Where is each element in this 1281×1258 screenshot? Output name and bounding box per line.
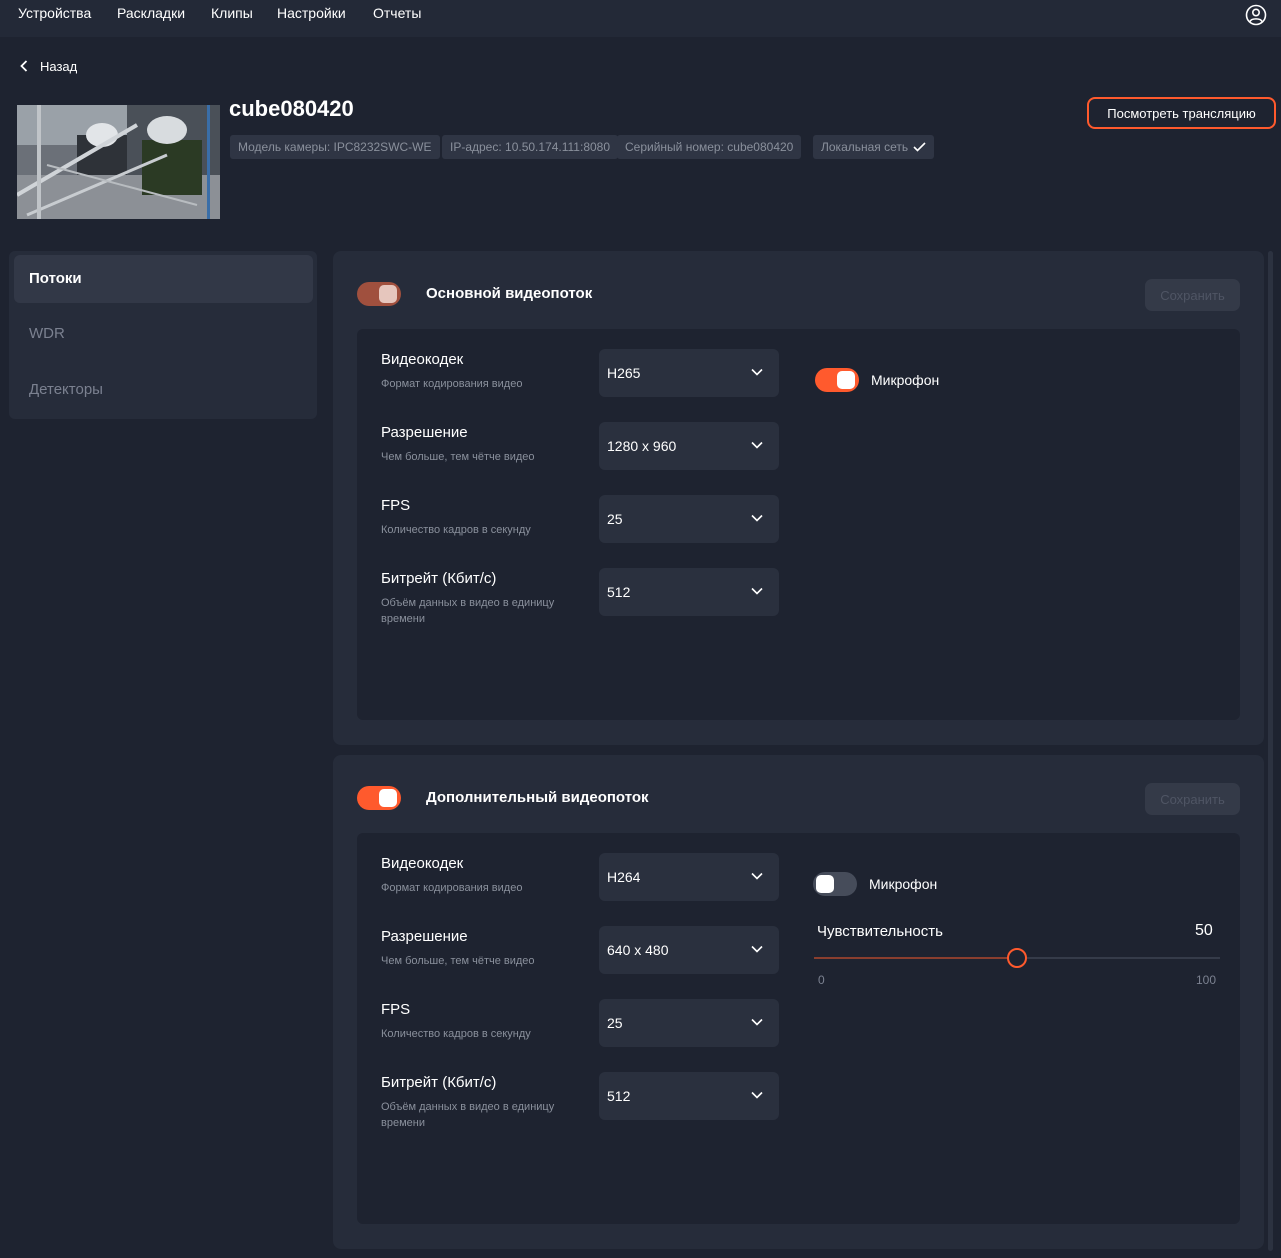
nav-item-devices[interactable]: Устройства bbox=[18, 5, 91, 21]
fps-value: 25 bbox=[607, 511, 623, 527]
camera-model-chip: Модель камеры: IPC8232SWC-WE bbox=[230, 135, 440, 159]
ip-address-chip: IP-адрес: 10.50.174.111:8080 bbox=[442, 135, 619, 159]
secondary-mic-toggle[interactable] bbox=[813, 872, 857, 896]
sidebar-item-detectors[interactable]: Детекторы bbox=[14, 366, 313, 414]
codec-value: H265 bbox=[607, 365, 641, 381]
chevron-down-icon bbox=[751, 441, 763, 449]
resolution-desc: Чем больше, тем чётче видео bbox=[381, 955, 535, 967]
main-stream-panel: Основной видеопоток Сохранить Видеокодек… bbox=[333, 251, 1264, 745]
main-stream-save-button[interactable]: Сохранить bbox=[1145, 279, 1240, 311]
codec-desc: Формат кодирования видео bbox=[381, 378, 523, 390]
network-chip: Локальная сеть bbox=[813, 135, 935, 159]
serial-number-chip: Серийный номер: cube080420 bbox=[617, 135, 802, 159]
chevron-down-icon bbox=[751, 1018, 763, 1026]
codec-label: Видеокодек bbox=[381, 351, 464, 368]
chevron-down-icon bbox=[751, 514, 763, 522]
secondary-stream-toggle[interactable] bbox=[357, 786, 401, 810]
fps-desc: Количество кадров в секунду bbox=[381, 524, 531, 536]
sensitivity-label: Чувствительность bbox=[817, 923, 943, 940]
nav-item-layouts[interactable]: Раскладки bbox=[117, 5, 185, 21]
device-title: cube080420 bbox=[229, 96, 354, 121]
sensitivity-value: 50 bbox=[1195, 922, 1213, 939]
main-stream-settings: Видеокодек Формат кодирования видео H265… bbox=[357, 329, 1240, 720]
resolution-select[interactable]: 1280 x 960 bbox=[599, 422, 779, 470]
resolution-value: 640 x 480 bbox=[607, 942, 669, 958]
nav-item-clips[interactable]: Клипы bbox=[211, 5, 253, 21]
resolution-value: 1280 x 960 bbox=[607, 438, 677, 454]
sensitivity-slider-fill bbox=[814, 957, 1017, 959]
bitrate-value: 512 bbox=[607, 584, 631, 600]
checkmark-icon bbox=[913, 142, 926, 152]
main-mic-label: Микрофон bbox=[871, 372, 940, 388]
chevron-down-icon bbox=[751, 945, 763, 953]
codec-label: Видеокодек bbox=[381, 855, 464, 872]
chevron-left-icon bbox=[20, 60, 28, 72]
nav-item-settings[interactable]: Настройки bbox=[277, 5, 346, 21]
fps-desc: Количество кадров в секунду bbox=[381, 1028, 531, 1040]
bitrate-select[interactable]: 512 bbox=[599, 1072, 779, 1120]
bitrate-label: Битрейт (Кбит/с) bbox=[381, 570, 497, 587]
secondary-stream-panel: Дополнительный видеопоток Сохранить Виде… bbox=[333, 755, 1264, 1249]
fps-label: FPS bbox=[381, 1001, 411, 1018]
main-stream-toggle[interactable] bbox=[357, 282, 401, 306]
bitrate-desc: Объём данных в видео в единицу времени bbox=[381, 597, 555, 625]
secondary-stream-settings: Видеокодек Формат кодирования видео H264… bbox=[357, 833, 1240, 1224]
secondary-stream-save-button[interactable]: Сохранить bbox=[1145, 783, 1240, 815]
user-circle-icon[interactable] bbox=[1245, 4, 1267, 26]
camera-preview-thumbnail bbox=[17, 105, 220, 219]
main-stream-title: Основной видеопоток bbox=[426, 285, 593, 302]
back-link[interactable]: Назад bbox=[20, 56, 77, 76]
bitrate-select[interactable]: 512 bbox=[599, 568, 779, 616]
fps-select[interactable]: 25 bbox=[599, 495, 779, 543]
codec-select[interactable]: H265 bbox=[599, 349, 779, 397]
fps-label: FPS bbox=[381, 497, 411, 514]
resolution-select[interactable]: 640 x 480 bbox=[599, 926, 779, 974]
codec-desc: Формат кодирования видео bbox=[381, 882, 523, 894]
settings-sidebar: Потоки WDR Детекторы bbox=[9, 251, 317, 419]
nav-item-reports[interactable]: Отчеты bbox=[373, 5, 421, 21]
resolution-label: Разрешение bbox=[381, 424, 468, 441]
bitrate-desc: Объём данных в видео в единицу времени bbox=[381, 1101, 555, 1129]
sidebar-item-streams[interactable]: Потоки bbox=[14, 255, 313, 303]
codec-select[interactable]: H264 bbox=[599, 853, 779, 901]
secondary-mic-label: Микрофон bbox=[869, 876, 938, 892]
chevron-down-icon bbox=[751, 1091, 763, 1099]
chevron-down-icon bbox=[751, 368, 763, 376]
sidebar-item-wdr[interactable]: WDR bbox=[14, 310, 313, 358]
page-scrollbar[interactable] bbox=[1268, 251, 1273, 1251]
secondary-stream-title: Дополнительный видеопоток bbox=[426, 789, 649, 806]
chevron-down-icon bbox=[751, 587, 763, 595]
fps-select[interactable]: 25 bbox=[599, 999, 779, 1047]
codec-value: H264 bbox=[607, 869, 641, 885]
back-label: Назад bbox=[40, 58, 78, 74]
resolution-label: Разрешение bbox=[381, 928, 468, 945]
network-label: Локальная сеть bbox=[821, 140, 909, 154]
sensitivity-max: 100 bbox=[1196, 973, 1217, 987]
sensitivity-min: 0 bbox=[818, 973, 825, 987]
fps-value: 25 bbox=[607, 1015, 623, 1031]
top-navigation-bar: Устройства Раскладки Клипы Настройки Отч… bbox=[0, 0, 1281, 37]
bitrate-value: 512 bbox=[607, 1088, 631, 1104]
bitrate-label: Битрейт (Кбит/с) bbox=[381, 1074, 497, 1091]
main-mic-toggle[interactable] bbox=[815, 368, 859, 392]
chevron-down-icon bbox=[751, 872, 763, 880]
resolution-desc: Чем больше, тем чётче видео bbox=[381, 451, 535, 463]
sensitivity-slider-handle[interactable] bbox=[1007, 948, 1027, 968]
watch-stream-button[interactable]: Посмотреть трансляцию bbox=[1087, 97, 1276, 129]
